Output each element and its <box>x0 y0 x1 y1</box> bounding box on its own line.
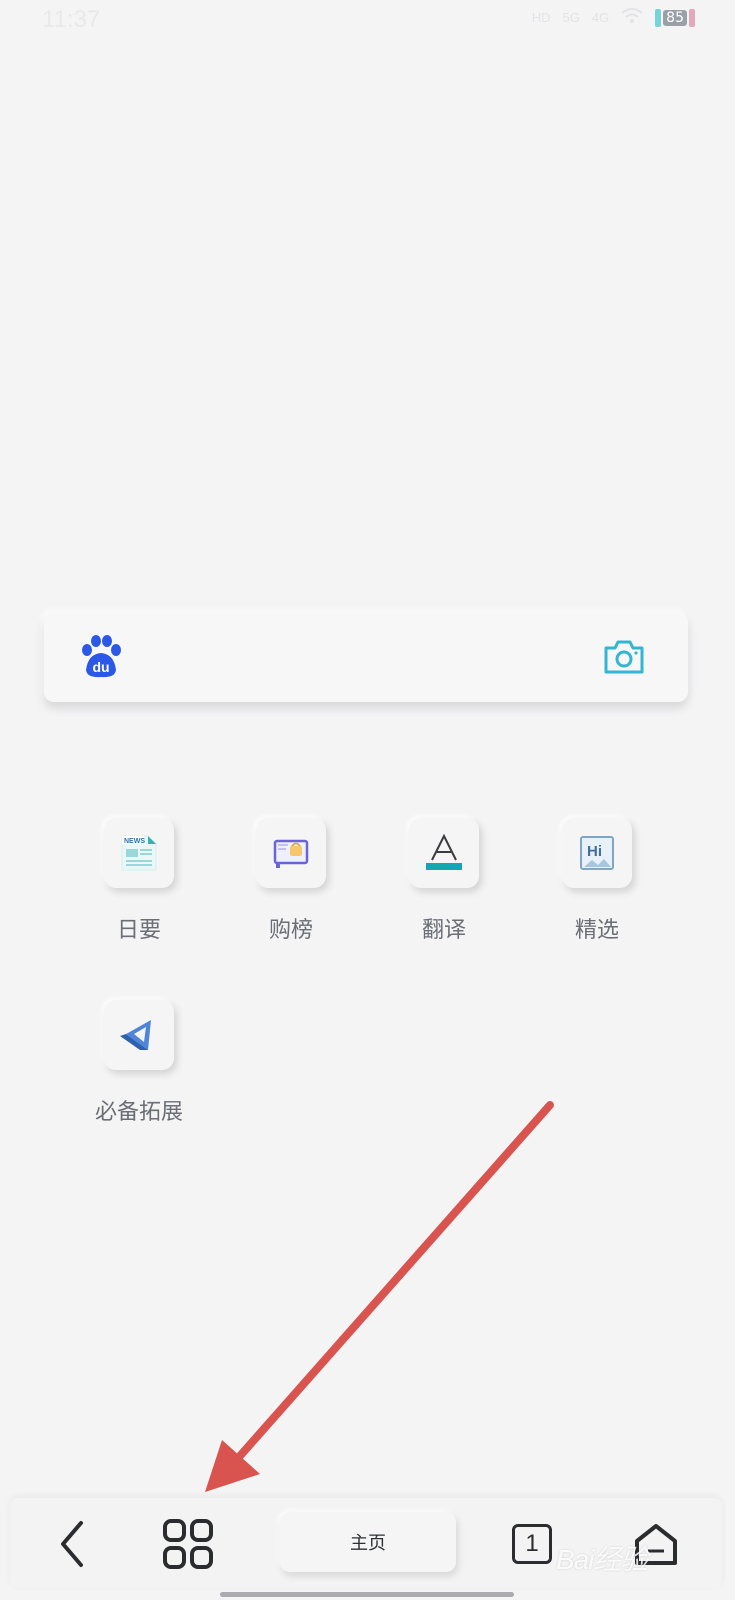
shortcut-extensions[interactable]: 必备拓展 <box>69 1000 209 1126</box>
shortcut-news[interactable]: NEWS 日要 <box>69 818 209 944</box>
shortcut-label: 翻译 <box>421 918 466 943</box>
shortcut-label: 精选 <box>574 918 619 943</box>
home-tab-button[interactable]: 主页 <box>280 1512 456 1572</box>
translate-icon[interactable] <box>409 818 479 888</box>
svg-text:du: du <box>92 659 109 675</box>
svg-text:Hi: Hi <box>587 843 602 860</box>
battery-level: 85 <box>663 9 687 26</box>
status-icons: HD 5G 4G 85 <box>532 8 695 27</box>
search-box[interactable]: du <box>44 612 688 702</box>
tabs-count: 1 <box>512 1524 552 1564</box>
back-button[interactable] <box>44 1516 100 1572</box>
extension-icon[interactable] <box>104 1000 174 1070</box>
signal-5g-icon: 5G <box>562 10 580 25</box>
status-bar: 11:37 HD 5G 4G 85 <box>0 0 735 44</box>
baidu-logo-icon[interactable]: du <box>78 634 124 680</box>
status-time: 11:37 <box>42 6 101 33</box>
shortcut-label: 购榜 <box>268 918 313 943</box>
shortcut-featured[interactable]: Hi 精选 <box>527 818 667 944</box>
battery-icon: 85 <box>655 8 695 27</box>
camera-icon[interactable] <box>602 638 646 676</box>
shopping-board-icon[interactable] <box>256 818 326 888</box>
watermark: Bai经验 <box>556 1544 648 1575</box>
home-indicator[interactable] <box>220 1592 514 1597</box>
tabs-button[interactable]: 1 <box>504 1516 560 1572</box>
hd-indicator: HD <box>531 10 551 25</box>
hi-picture-icon[interactable]: Hi <box>562 818 632 888</box>
shortcut-shopping[interactable]: 购榜 <box>221 818 361 944</box>
shortcut-label: 日要 <box>116 918 161 943</box>
svg-text:NEWS: NEWS <box>124 838 145 845</box>
menu-grid-button[interactable] <box>160 1516 216 1572</box>
shortcut-translate[interactable]: 翻译 <box>374 818 514 944</box>
annotation-arrow-icon <box>205 1101 554 1492</box>
news-icon[interactable]: NEWS <box>104 818 174 888</box>
shortcut-label: 必备拓展 <box>94 1100 183 1125</box>
wifi-icon <box>621 8 643 27</box>
signal-4g-icon: 4G <box>591 10 610 25</box>
